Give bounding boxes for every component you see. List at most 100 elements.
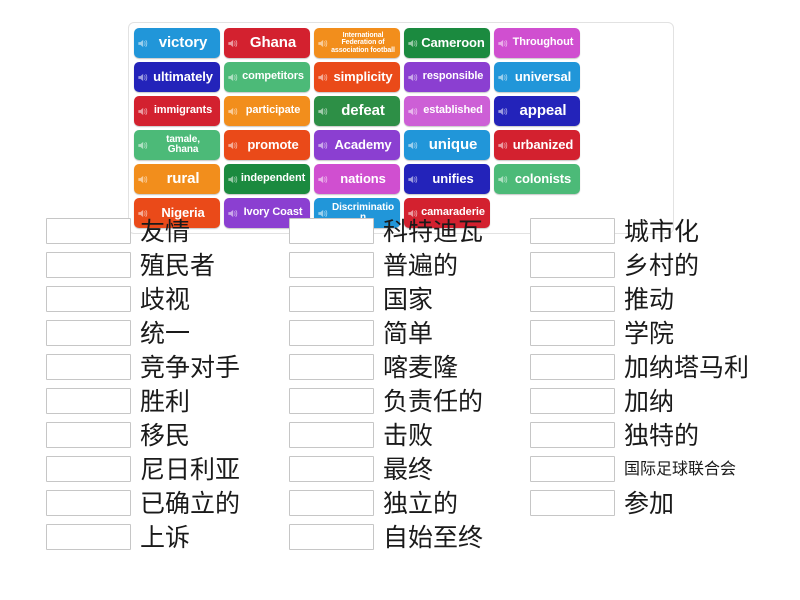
word-tile[interactable]: simplicity (314, 62, 400, 92)
answer-row: 尼日利亚 (46, 452, 301, 486)
answer-dropbox[interactable] (46, 286, 131, 312)
answer-dropbox[interactable] (289, 252, 374, 278)
answer-label: 参加 (624, 488, 675, 518)
answer-dropbox[interactable] (530, 422, 615, 448)
speaker-icon (498, 107, 508, 115)
answer-row: 统一 (46, 316, 301, 350)
answer-dropbox[interactable] (46, 456, 131, 482)
answer-label: 上诉 (140, 522, 191, 552)
answer-dropbox[interactable] (530, 286, 615, 312)
word-tile[interactable]: nations (314, 164, 400, 194)
answer-label: 尼日利亚 (140, 454, 241, 484)
word-tile[interactable]: immigrants (134, 96, 220, 126)
word-tile-label: International Federation of association … (331, 31, 395, 54)
speaker-icon (408, 107, 418, 115)
answer-dropbox[interactable] (289, 320, 374, 346)
word-tile[interactable]: participate (224, 96, 310, 126)
answer-columns: 友情 殖民者 歧视 统一 竞争对手 胜利 移民 尼日利亚 已确立的 上诉 科特迪瓦 普遍的 国家 简单 喀麦… (0, 214, 800, 554)
word-tile[interactable]: competitors (224, 62, 310, 92)
answer-dropbox[interactable] (46, 218, 131, 244)
speaker-icon (498, 175, 508, 183)
answer-dropbox[interactable] (46, 524, 131, 550)
answer-dropbox[interactable] (46, 388, 131, 414)
answer-row: 已确立的 (46, 486, 301, 520)
word-tile[interactable]: appeal (494, 96, 580, 126)
answer-dropbox[interactable] (289, 218, 374, 244)
word-tile-label: competitors (242, 70, 304, 83)
speaker-icon (228, 73, 238, 81)
word-tile[interactable]: Cameroon (404, 28, 490, 58)
answer-label: 科特迪瓦 (383, 216, 484, 246)
word-tile[interactable]: Throughout (494, 28, 580, 58)
answer-dropbox[interactable] (530, 456, 615, 482)
answer-row: 喀麦隆 (289, 350, 544, 384)
answer-dropbox[interactable] (530, 490, 615, 516)
word-tile-label: established (423, 104, 483, 117)
word-tile[interactable]: colonists (494, 164, 580, 194)
answer-row: 负责任的 (289, 384, 544, 418)
word-tile[interactable]: urbanized (494, 130, 580, 160)
answer-dropbox[interactable] (46, 490, 131, 516)
answer-row: 科特迪瓦 (289, 214, 544, 248)
speaker-icon (318, 73, 328, 81)
word-tile[interactable]: ultimately (134, 62, 220, 92)
answer-row: 加纳 (530, 384, 785, 418)
answer-row: 竞争对手 (46, 350, 301, 384)
answer-row: 加纳塔马利 (530, 350, 785, 384)
answer-label: 加纳塔马利 (624, 352, 750, 382)
answer-dropbox[interactable] (530, 320, 615, 346)
speaker-icon (408, 73, 418, 81)
answer-dropbox[interactable] (289, 490, 374, 516)
answer-row: 殖民者 (46, 248, 301, 282)
answer-dropbox[interactable] (289, 456, 374, 482)
word-tile[interactable]: unifies (404, 164, 490, 194)
answer-label: 竞争对手 (140, 352, 241, 382)
word-tile-label: independent (240, 172, 306, 185)
word-tile[interactable]: tamale, Ghana (134, 130, 220, 160)
word-tile-label: universal (514, 69, 572, 85)
word-tile[interactable]: defeat (314, 96, 400, 126)
answer-row: 简单 (289, 316, 544, 350)
answer-dropbox[interactable] (46, 354, 131, 380)
answer-row: 自始至终 (289, 520, 544, 554)
answer-dropbox[interactable] (46, 422, 131, 448)
word-tile-label: appeal (519, 102, 567, 120)
answer-label: 独特的 (624, 420, 700, 450)
answer-dropbox[interactable] (289, 524, 374, 550)
answer-column-1: 友情 殖民者 歧视 统一 竞争对手 胜利 移民 尼日利亚 已确立的 上诉 (46, 214, 301, 554)
word-tile[interactable]: independent (224, 164, 310, 194)
word-tile-label: Ghana (249, 34, 297, 52)
answer-dropbox[interactable] (530, 354, 615, 380)
answer-dropbox[interactable] (289, 388, 374, 414)
answer-label: 喀麦隆 (383, 352, 459, 382)
answer-label: 推动 (624, 284, 675, 314)
word-tile[interactable]: victory (134, 28, 220, 58)
word-tile[interactable]: responsible (404, 62, 490, 92)
answer-dropbox[interactable] (46, 252, 131, 278)
answer-label: 简单 (383, 318, 434, 348)
answer-dropbox[interactable] (289, 354, 374, 380)
answer-row: 独立的 (289, 486, 544, 520)
answer-row: 城市化 (530, 214, 785, 248)
word-tile[interactable]: established (404, 96, 490, 126)
word-tile-label: unifies (432, 171, 474, 187)
word-tile[interactable]: International Federation of association … (314, 28, 400, 58)
word-tile[interactable]: Ghana (224, 28, 310, 58)
word-tile[interactable]: promote (224, 130, 310, 160)
answer-dropbox[interactable] (530, 252, 615, 278)
answer-row: 移民 (46, 418, 301, 452)
word-tile-label: defeat (341, 102, 385, 120)
word-tile[interactable]: unique (404, 130, 490, 160)
word-tile-label: urbanized (512, 137, 574, 153)
word-tile[interactable]: universal (494, 62, 580, 92)
answer-row: 友情 (46, 214, 301, 248)
word-tile[interactable]: Academy (314, 130, 400, 160)
answer-dropbox[interactable] (530, 218, 615, 244)
answer-dropbox[interactable] (289, 422, 374, 448)
answer-dropbox[interactable] (530, 388, 615, 414)
speaker-icon (318, 39, 328, 47)
answer-dropbox[interactable] (289, 286, 374, 312)
word-tile-label: Throughout (512, 36, 574, 49)
answer-dropbox[interactable] (46, 320, 131, 346)
word-tile[interactable]: rural (134, 164, 220, 194)
